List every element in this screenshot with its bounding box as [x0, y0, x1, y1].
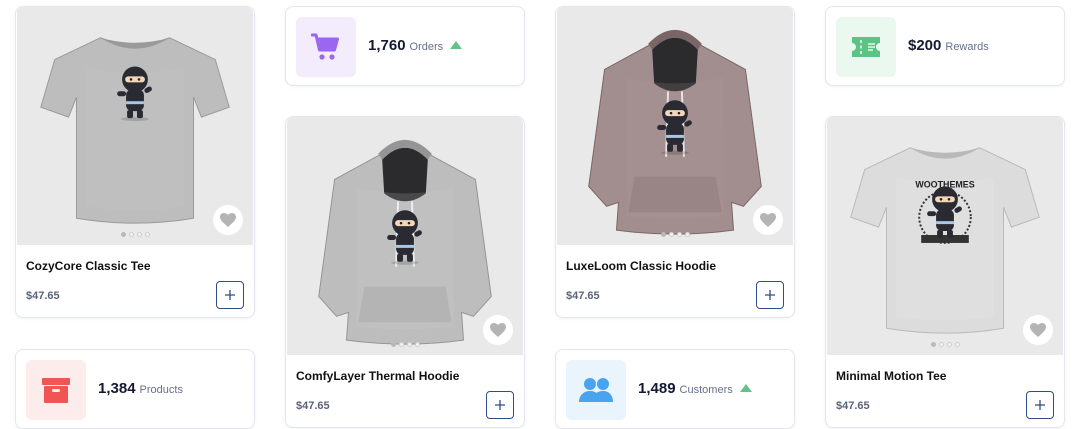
product-card[interactable]: CozyCore Classic Tee $47.65: [15, 6, 255, 318]
plus-icon: [1035, 400, 1045, 410]
heart-icon: [220, 213, 236, 227]
products-label: Products: [139, 384, 183, 396]
cart-icon: [311, 33, 339, 60]
product-card[interactable]: WOOTHEMES Minimal Motion Tee $47.65: [825, 116, 1065, 428]
product-name[interactable]: Minimal Motion Tee: [836, 369, 946, 383]
box-icon: [42, 378, 70, 403]
plus-icon: [495, 400, 505, 410]
product-image[interactable]: WOOTHEMES: [827, 117, 1063, 355]
product-price: $47.65: [836, 400, 870, 412]
product-price: $47.65: [26, 290, 60, 302]
products-stat-card: 1,384 Products: [15, 349, 255, 429]
customers-label: Customers: [679, 384, 733, 396]
products-icon-box: [26, 360, 86, 420]
product-price: $47.65: [566, 290, 600, 302]
orders-stat: 1,760 Orders: [368, 37, 463, 54]
product-image[interactable]: [287, 117, 523, 355]
image-carousel-dots[interactable]: [287, 342, 523, 347]
product-image[interactable]: [17, 7, 253, 245]
product-card[interactable]: ComfyLayer Thermal Hoodie $47.65: [285, 116, 525, 428]
rewards-stat: $200 Rewards: [908, 37, 989, 54]
customers-count: 1,489: [638, 380, 676, 397]
add-to-cart-button[interactable]: [216, 281, 244, 309]
trend-up-icon: [450, 41, 463, 49]
customers-icon-box: [566, 360, 626, 420]
products-stat: 1,384 Products: [98, 380, 183, 397]
products-count: 1,384: [98, 380, 136, 397]
customers-stat: 1,489 Customers: [638, 380, 752, 397]
add-to-cart-button[interactable]: [486, 391, 514, 419]
image-carousel-dots[interactable]: [557, 232, 793, 237]
wishlist-button[interactable]: [213, 205, 243, 235]
product-price: $47.65: [296, 400, 330, 412]
wishlist-button[interactable]: [483, 315, 513, 345]
trend-up-icon: [739, 384, 752, 392]
rewards-label: Rewards: [945, 41, 989, 53]
product-name[interactable]: ComfyLayer Thermal Hoodie: [296, 369, 459, 383]
product-image[interactable]: [557, 7, 793, 245]
heart-icon: [760, 213, 776, 227]
heart-icon: [490, 323, 506, 337]
add-to-cart-button[interactable]: [1026, 391, 1054, 419]
wishlist-button[interactable]: [1023, 315, 1053, 345]
customers-stat-card: 1,489 Customers: [555, 349, 795, 429]
product-name[interactable]: LuxeLoom Classic Hoodie: [566, 259, 716, 273]
add-to-cart-button[interactable]: [756, 281, 784, 309]
users-icon: [579, 378, 613, 402]
product-card[interactable]: LuxeLoom Classic Hoodie $47.65: [555, 6, 795, 318]
image-carousel-dots[interactable]: [17, 232, 253, 237]
plus-icon: [765, 290, 775, 300]
orders-stat-card: 1,760 Orders: [285, 6, 525, 86]
rewards-stat-card: $200 Rewards: [825, 6, 1065, 86]
orders-icon-box: [296, 17, 356, 77]
ticket-icon: [852, 37, 880, 57]
orders-label: Orders: [409, 41, 444, 53]
plus-icon: [225, 290, 235, 300]
product-name[interactable]: CozyCore Classic Tee: [26, 259, 151, 273]
rewards-icon-box: [836, 17, 896, 77]
rewards-amount: $200: [908, 37, 942, 54]
orders-count: 1,760: [368, 37, 406, 54]
wishlist-button[interactable]: [753, 205, 783, 235]
image-carousel-dots[interactable]: [827, 342, 1063, 347]
heart-icon: [1030, 323, 1046, 337]
